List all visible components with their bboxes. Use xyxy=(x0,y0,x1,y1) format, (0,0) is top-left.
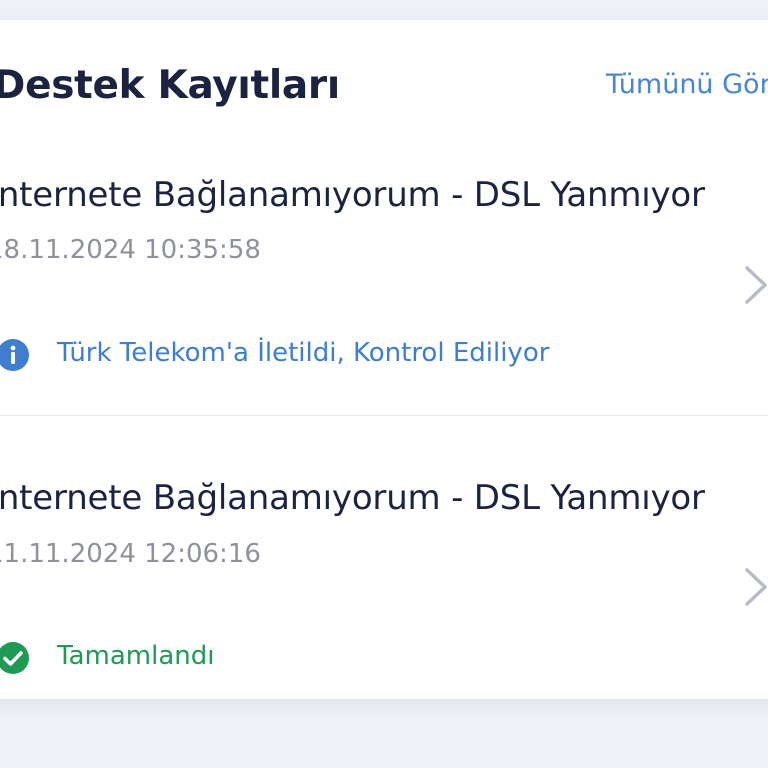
ticket-item[interactable]: İnternete Bağlanamıyorum - DSL Yanmıyor … xyxy=(0,416,768,699)
ticket-date: 11.11.2024 12:06:16 xyxy=(0,539,261,569)
page-title: Destek Kayıtları xyxy=(0,63,340,108)
ticket-title: İnternete Bağlanamıyorum - DSL Yanmıyor xyxy=(0,175,705,215)
card-header: Destek Kayıtları Tümünü Gör xyxy=(0,20,768,150)
ticket-status-text: Türk Telekom'a İletildi, Kontrol Ediliyo… xyxy=(57,338,550,368)
ticket-title: İnternete Bağlanamıyorum - DSL Yanmıyor xyxy=(0,478,705,518)
support-records-card: Destek Kayıtları Tümünü Gör İnternete Ba… xyxy=(0,20,768,699)
ticket-date: 18.11.2024 10:35:58 xyxy=(0,235,261,265)
see-all-link[interactable]: Tümünü Gör xyxy=(606,69,768,100)
check-circle-icon xyxy=(0,642,29,674)
chevron-right-icon xyxy=(745,568,767,606)
info-icon xyxy=(0,339,29,371)
chevron-right-icon xyxy=(745,266,767,304)
ticket-status-text: Tamamlandı xyxy=(57,641,215,671)
ticket-item[interactable]: İnternete Bağlanamıyorum - DSL Yanmıyor … xyxy=(0,150,768,415)
